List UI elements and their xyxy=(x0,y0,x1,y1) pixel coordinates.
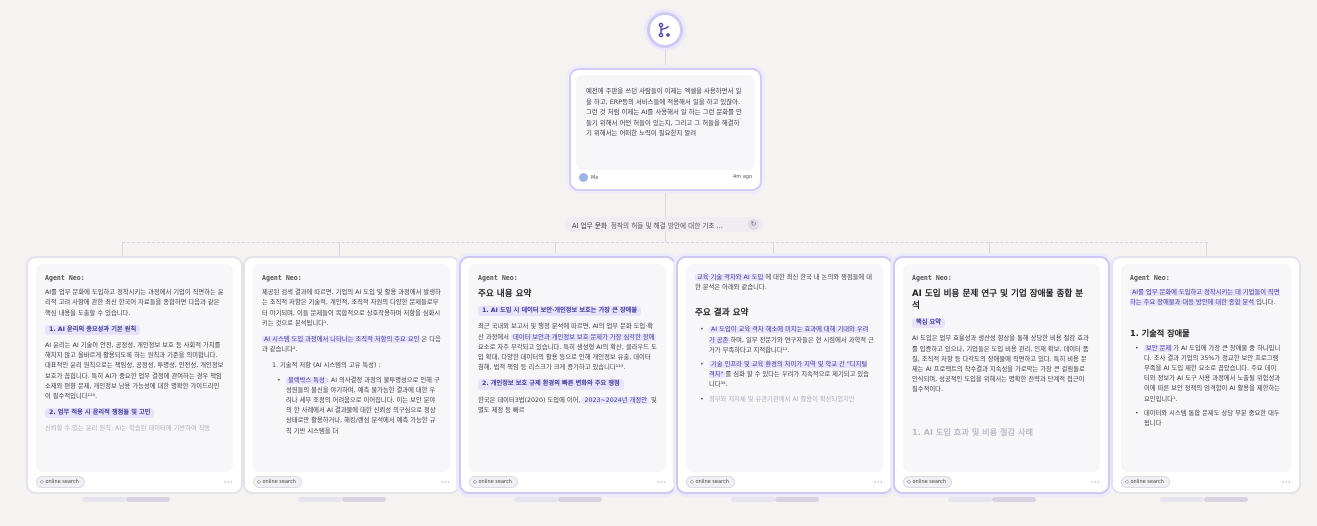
more-options-icon[interactable]: ··· xyxy=(224,478,233,487)
prompt-time: 4m ago xyxy=(733,174,752,180)
section-badge: 1. AI 도입 시 데이터 보안·개인정보 보호는 가장 큰 장애물 xyxy=(478,306,642,317)
card-stack-tab[interactable] xyxy=(1204,497,1248,502)
connector-line xyxy=(989,242,990,256)
paragraph: 한국은 데이터3법(2020) 도입에 이어, xyxy=(478,396,581,404)
online-search-tag[interactable]: ◇ online search xyxy=(686,476,735,488)
refresh-icon[interactable]: ↻ xyxy=(748,219,759,230)
agent-label: Agent Neo: xyxy=(912,274,952,282)
connector-line xyxy=(665,193,666,217)
online-search-tag[interactable]: ◇ online search xyxy=(36,476,85,488)
response-card-5[interactable]: Agent Neo: AI 도입 비용 문제 연구 및 기업 장애물 종합 분석… xyxy=(893,256,1110,494)
highlight: AI 시스템 도입 과정에서 나타나는 조직적 저항의 주요 요인 xyxy=(262,336,422,344)
git-branch-icon xyxy=(658,22,670,38)
online-search-tag[interactable]: ◇ online search xyxy=(903,476,952,488)
prompt-author: Me xyxy=(579,172,598,182)
response-card-2[interactable]: Agent Neo: 제공된 검색 결과에 따르면, 기업의 AI 도입 및 활… xyxy=(243,256,460,494)
paragraph: 입니다. xyxy=(1256,299,1276,307)
highlight: 보안 문제 xyxy=(1144,344,1174,352)
card-stack-tab[interactable] xyxy=(342,497,386,502)
section-heading: 1. AI 도입 효과 및 비용 절감 사례 xyxy=(912,426,1034,437)
agent-label: Agent Neo: xyxy=(1130,274,1170,282)
response-card-1[interactable]: Agent Neo: AI를 업무 문화에 도입하고 정착시키는 과정에서 기업… xyxy=(26,256,243,494)
card-stack-tab[interactable] xyxy=(558,497,602,502)
list-item: 가 AI 도입에 가장 큰 장애물 중 하나입니다. 조사 결과 기업의 35%… xyxy=(1144,344,1281,403)
online-search-tag[interactable]: ◇ online search xyxy=(469,476,518,488)
highlight: 교육 기술 격차와 AI 도입 xyxy=(695,274,766,281)
agent-label: Agent Neo: xyxy=(262,274,302,282)
connector-line xyxy=(665,50,666,68)
connector-line xyxy=(339,242,340,256)
avatar xyxy=(579,172,588,182)
card-stack-tab[interactable] xyxy=(775,497,819,502)
branch-connector xyxy=(122,242,1208,243)
highlight: 블랙박스 특성 xyxy=(286,376,327,384)
branch-root-icon[interactable] xyxy=(647,12,683,48)
prompt-text: 예전에 주판을 쓰던 사람들이 이제는 엑셀을 사용하면서 일을 하고, ERP… xyxy=(576,75,755,170)
user-prompt-card[interactable]: 예전에 주판을 쓰던 사람들이 이제는 엑셀을 사용하면서 일을 하고, ERP… xyxy=(569,68,762,191)
connector-line xyxy=(1206,242,1207,256)
highlight: 데이터 보안과 개인정보 보호 문제가 가장 심각한 장애 xyxy=(510,333,657,341)
pill-text: 정착의 허들 및 해결 방안에 대한 기초 ... xyxy=(610,221,723,230)
card-stack-tab[interactable] xyxy=(992,497,1036,502)
agent-label: Agent Neo: xyxy=(45,274,85,282)
response-card-6[interactable]: Agent Neo: AI를 업무 문화에 도입하고 정착시키는 데 기업들이 … xyxy=(1111,256,1301,494)
more-options-icon[interactable]: ··· xyxy=(874,478,883,487)
list-item: 데이터와 시스템 통합 문제도 상당 부분 중요한 대두됩니다 xyxy=(1130,409,1282,429)
online-search-tag[interactable]: ◇ online search xyxy=(1121,476,1170,488)
pill-highlight: AI 업무 문화 xyxy=(572,221,607,230)
card-stack-tab[interactable] xyxy=(948,497,992,502)
more-options-icon[interactable]: ··· xyxy=(1091,478,1100,487)
paragraph: AI 윤리는 AI 기술이 안전, 공정성, 개인정보 보호 등 사회적 가치를… xyxy=(45,342,224,401)
card-stack-tab[interactable] xyxy=(514,497,558,502)
section-badge: 2. 개인정보 보호 규제 환경의 빠른 변화와 주요 쟁점 xyxy=(478,379,624,390)
paragraph: 제공된 검색 결과에 따르면, 기업의 AI 도입 및 활용 과정에서 발생하는… xyxy=(262,289,441,327)
paragraph: AI 도입은 업무 효율성과 생산성 향상을 통해 상당한 비용 절감 효과를 … xyxy=(912,335,1089,394)
connector-line xyxy=(773,242,774,256)
connector-line xyxy=(555,242,556,256)
list-item: : AI 의사결정 과정의 불투명성으로 인해 구성원들의 불신을 야기하며, … xyxy=(286,376,440,435)
list-item: 정부와 지자체 및 유관기관에서 AI 활용이 확산되었지만 xyxy=(695,395,874,405)
response-card-3[interactable]: Agent Neo: 주요 내용 요약 1. AI 도입 시 데이터 보안·개인… xyxy=(459,256,676,494)
connector-line xyxy=(665,232,666,242)
list-item: 를 심화 할 수 있다는 우려가 지속적으로 제기되고 있습니다³⁴. xyxy=(709,371,869,389)
card-stack-tab[interactable] xyxy=(82,497,126,502)
section-badge: 2. 업무 적용 시 윤리적 쟁점들 및 고민 xyxy=(45,408,155,419)
section-badge: 1. AI 윤리의 중요성과 기본 원칙 xyxy=(45,324,141,336)
branch-summary-pill[interactable]: AI 업무 문화 정착의 허들 및 해결 방안에 대한 기초 ... ↻ xyxy=(564,217,764,232)
section-badge: 핵심 요약 xyxy=(912,318,945,329)
card-stack-tab[interactable] xyxy=(731,497,775,502)
list-item: 하며, 일부 전문가와 연구자들은 현 시점에서 과학적 근거가 부족하다고 지… xyxy=(709,336,874,354)
card-stack-tab[interactable] xyxy=(126,497,170,502)
paragraph: 요소로 자주 부각되고 있습니다. 특히 생성형 AI의 확산, 클라우드 도입… xyxy=(478,343,657,372)
section-heading: 1. 기술적 장애물 xyxy=(1130,327,1190,338)
card-heading: 주요 내용 요약 xyxy=(478,289,532,300)
highlight: 2023~2024년 개정안 xyxy=(582,396,649,404)
card-stack-tab[interactable] xyxy=(298,497,342,502)
response-card-4[interactable]: 교육 기술 격차와 AI 도입 에 대한 최신 한국 내 논의와 쟁점들에 대한 … xyxy=(676,256,893,494)
numbered-item: 1. 기술적 저항 (AI 시스템의 고유 특성) : xyxy=(272,362,381,370)
paragraph: 신뢰할 수 있는 윤리 원칙: AI는 학습된 데이터에 기반하여 작동 xyxy=(45,425,211,433)
card-heading: AI 도입 비용 문제 연구 및 기업 장애물 종합 분석 xyxy=(912,289,1084,312)
card-heading: 주요 결과 요약 xyxy=(695,308,749,319)
more-options-icon[interactable]: ··· xyxy=(441,478,450,487)
more-options-icon[interactable]: ··· xyxy=(1282,478,1291,487)
online-search-tag[interactable]: ◇ online search xyxy=(253,476,302,488)
more-options-icon[interactable]: ··· xyxy=(657,478,666,487)
connector-line xyxy=(122,242,123,256)
paragraph: AI를 업무 문화에 도입하고 정착시키는 과정에서 기업이 직면하는 윤리적 … xyxy=(45,289,224,317)
agent-label: Agent Neo: xyxy=(478,274,518,282)
card-stack-tab[interactable] xyxy=(1160,497,1204,502)
